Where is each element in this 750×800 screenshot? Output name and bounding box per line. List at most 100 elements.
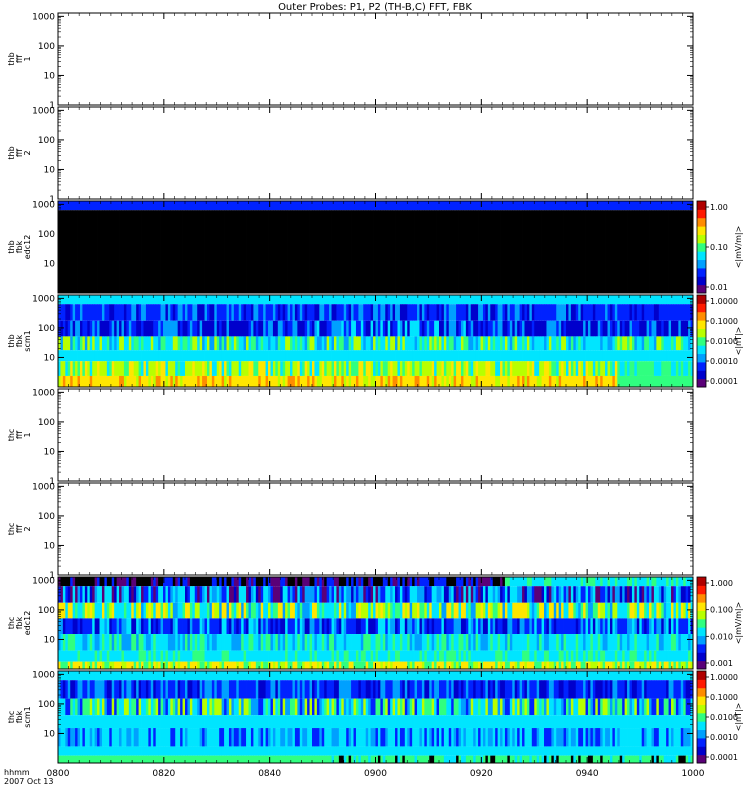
spectrogram-cell [72, 634, 76, 651]
spectrogram-cell [663, 375, 667, 387]
spectrogram-cell [373, 304, 376, 321]
spectrogram-cell [131, 661, 135, 669]
spectrogram-cell [290, 336, 293, 351]
spectrogram-cell [131, 210, 135, 293]
spectrogram-cell [495, 336, 499, 351]
spectrogram-cell [185, 336, 188, 351]
spectrogram-cell [87, 210, 91, 293]
spectrogram-cell [487, 304, 491, 321]
spectrogram-cell [214, 210, 218, 293]
spectrogram-cell [241, 602, 245, 619]
spectrogram-cell [482, 650, 486, 662]
spectrogram-cell [412, 586, 415, 603]
spectrogram-cell [517, 661, 520, 669]
spectrogram-cell [89, 618, 93, 635]
spectrogram-cell [272, 361, 276, 376]
spectrogram-cell [463, 375, 467, 387]
spectrogram-cell [302, 577, 306, 587]
spectrogram-cell [470, 295, 474, 305]
spectrogram-cell [375, 350, 379, 362]
spectrogram-cell [382, 361, 386, 376]
spectrogram-cell [475, 336, 479, 351]
spectrogram-cell [324, 210, 328, 293]
spectrogram-cell [421, 618, 425, 635]
spectrogram-cell [316, 375, 320, 387]
spectrogram-cell [592, 361, 596, 376]
spectrogram-cell [548, 304, 552, 321]
spectrogram-cell [517, 602, 520, 619]
spectrogram-cell [101, 661, 105, 669]
spectrogram-cell [170, 350, 174, 362]
spectrogram-cell [377, 320, 381, 337]
spectrogram-cell [126, 586, 130, 603]
spectrogram-cell [114, 201, 118, 211]
spectrogram-cell [307, 577, 310, 587]
spectrogram-cell [492, 336, 496, 351]
spectrogram-cell [473, 375, 477, 387]
colorbar-segment [697, 276, 706, 286]
spectrogram-cell [544, 210, 547, 293]
spectrogram-cell [653, 210, 657, 293]
spectrogram-cell [492, 361, 496, 376]
spectrogram-cell [224, 295, 227, 305]
spectrogram-cell [309, 634, 313, 651]
spectrogram-cell [192, 350, 196, 362]
spectrogram-cell [128, 350, 132, 362]
spectrogram-cell [556, 634, 560, 651]
spectrogram-cell [566, 304, 569, 321]
spectrogram-cell [363, 634, 367, 651]
spectrogram-cell [473, 295, 477, 305]
spectrogram-cell [228, 577, 232, 587]
spectrogram-cell [602, 320, 606, 337]
spectrogram-cell [202, 618, 205, 635]
spectrogram-cell [72, 295, 76, 305]
spectrogram-cell [62, 336, 66, 351]
spectrogram-cell [409, 361, 413, 376]
spectrogram-cell [199, 350, 203, 362]
spectrogram-cell [275, 210, 279, 293]
spectrogram-cell [365, 295, 369, 305]
spectrogram-cell [312, 201, 315, 211]
spectrogram-cell [270, 210, 274, 293]
spectrogram-cell [116, 602, 120, 619]
spectrogram-cell [358, 650, 362, 662]
spectrogram-cell [409, 618, 413, 635]
spectrogram-cell [463, 320, 467, 337]
spectrogram-cell [292, 375, 296, 387]
colorbar-segment [697, 267, 706, 277]
spectrogram-cell [158, 320, 161, 337]
spectrogram-cell [111, 586, 115, 603]
spectrogram-cell [89, 375, 93, 387]
spectrogram-cell [683, 210, 687, 293]
spectrogram-cell [605, 375, 608, 387]
spectrogram-cell [67, 350, 71, 362]
spectrogram-cell [277, 320, 281, 337]
spectrogram-cell [206, 295, 210, 305]
spectrogram-cell [280, 586, 284, 603]
spectrogram-cell [580, 650, 584, 662]
spectrogram-cell [578, 618, 582, 635]
spectrogram-cell [485, 295, 489, 305]
spectrogram-cell [390, 361, 393, 376]
spectrogram-cell [209, 634, 213, 651]
spectrogram-cell [167, 361, 171, 376]
spectrogram-cell [185, 577, 188, 587]
spectrogram-cell [561, 586, 564, 603]
spectrogram-cell [646, 375, 650, 387]
spectrogram-cell [92, 361, 96, 376]
spectrogram-cell [575, 210, 579, 293]
spectrogram-cell [475, 577, 479, 587]
spectrogram-cell [451, 210, 455, 293]
spectrogram-cell [605, 350, 608, 362]
spectrogram-cell [678, 210, 682, 293]
spectrogram-cell [629, 304, 633, 321]
spectrogram-cell [456, 361, 459, 376]
spectrogram-cell [495, 375, 499, 387]
spectrogram-cell [399, 618, 403, 635]
spectrogram-cell [75, 210, 78, 293]
spectrogram-cell [275, 295, 279, 305]
spectrogram-cell [485, 661, 489, 669]
spectrogram-cell [182, 336, 186, 351]
spectrogram-cell [92, 586, 96, 603]
spectrogram-cell [299, 586, 303, 603]
